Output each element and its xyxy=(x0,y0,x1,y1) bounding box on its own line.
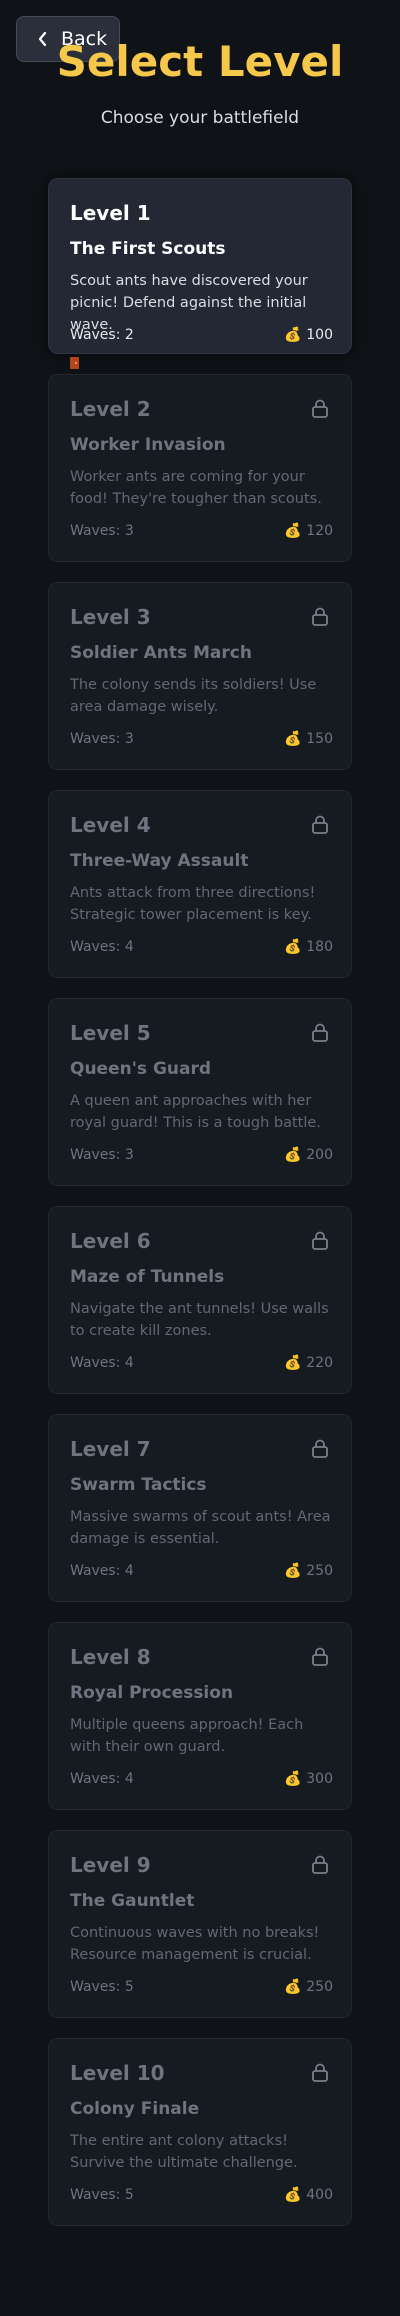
level-reward: 💰 120 xyxy=(284,523,333,539)
lock-icon xyxy=(311,2063,329,2086)
level-description: Continuous waves with no breaks! Resourc… xyxy=(70,1925,320,1963)
level-footer: Waves: 4 💰 250 xyxy=(70,1563,333,1579)
level-reward: 💰 300 xyxy=(284,1771,333,1787)
level-name: Level 4 xyxy=(70,813,151,837)
level-card-1[interactable]: Level 1 The First Scouts Scout ants have d… xyxy=(48,178,352,369)
lock-icon xyxy=(311,1439,329,1462)
level-reward: 💰 150 xyxy=(284,731,333,747)
level-footer: Waves: 5 💰 400 xyxy=(70,2187,333,2203)
level-card-4: Level 4 Three-Way Assault Ants attack from… xyxy=(48,790,352,978)
level-title: Royal Procession xyxy=(70,1683,234,1703)
level-name: Level 6 xyxy=(70,1229,151,1253)
level-waves: Waves: 4 xyxy=(70,1355,134,1371)
level-card-7: Level 7 Swarm Tactics Massive swarms of sc… xyxy=(48,1414,352,1602)
level-title: Maze of Tunnels xyxy=(70,1267,225,1287)
level-reward: 💰 100 xyxy=(284,327,333,343)
level-card-8: Level 8 Royal Procession Multiple queens a… xyxy=(48,1622,352,1810)
level-card-2: Level 2 Worker Invasion Worker ants are co… xyxy=(48,374,352,562)
lock-icon xyxy=(311,1647,329,1670)
level-name: Level 7 xyxy=(70,1437,151,1461)
level-reward: 💰 400 xyxy=(284,2187,333,2203)
lock-icon xyxy=(311,607,329,630)
level-reward: 💰 250 xyxy=(284,1563,333,1579)
level-card-3: Level 3 Soldier Ants March The colony send… xyxy=(48,582,352,770)
level-footer: Waves: 3 💰 200 xyxy=(70,1147,333,1163)
level-waves: Waves: 5 xyxy=(70,2187,134,2203)
level-reward: 💰 220 xyxy=(284,1355,333,1371)
level-waves: Waves: 3 xyxy=(70,523,134,539)
level-footer: Waves: 4 💰 300 xyxy=(70,1771,333,1787)
level-card-5: Level 5 Queen's Guard A queen ant approach… xyxy=(48,998,352,1186)
level-description: A queen ant approaches with her royal gu… xyxy=(70,1093,321,1131)
level-reward: 💰 180 xyxy=(284,939,333,955)
level-description: The entire ant colony attacks! Survive t… xyxy=(70,2133,298,2171)
level-name: Level 8 xyxy=(70,1645,151,1669)
level-title: The Gauntlet xyxy=(70,1891,195,1911)
level-waves: Waves: 2 xyxy=(70,327,134,343)
level-footer: Waves: 4 💰 180 xyxy=(70,939,333,955)
level-name: Level 3 xyxy=(70,605,151,629)
level-waves: Waves: 4 xyxy=(70,1771,134,1787)
level-reward: 💰 250 xyxy=(284,1979,333,1995)
level-name: Level 9 xyxy=(70,1853,151,1877)
level-description: Ants attack from three directions! Strat… xyxy=(70,885,316,923)
lock-icon xyxy=(311,1231,329,1254)
level-title: Swarm Tactics xyxy=(70,1475,207,1495)
level-waves: Waves: 3 xyxy=(70,731,134,747)
level-waves: Waves: 3 xyxy=(70,1147,134,1163)
page-subtitle: Choose your battlefield xyxy=(100,108,300,128)
door-icon[interactable] xyxy=(70,357,79,369)
level-title: Worker Invasion xyxy=(70,435,226,455)
level-footer: Waves: 2 💰 100 xyxy=(70,327,333,343)
page-title: Select Level xyxy=(56,37,344,86)
level-footer: Waves: 3 💰 150 xyxy=(70,731,333,747)
level-description: Worker ants are coming for your food! Th… xyxy=(70,469,322,507)
level-description: Navigate the ant tunnels! Use walls to c… xyxy=(70,1301,329,1339)
level-title: Colony Finale xyxy=(70,2099,200,2119)
level-name: Level 2 xyxy=(70,397,151,421)
level-waves: Waves: 4 xyxy=(70,1563,134,1579)
level-name: Level 10 xyxy=(70,2061,165,2085)
level-title: The First Scouts xyxy=(70,239,226,259)
level-card-10: Level 10 Colony Finale The entire ant colo… xyxy=(48,2038,352,2226)
level-description: Massive swarms of scout ants! Area damag… xyxy=(70,1509,331,1547)
level-footer: Waves: 4 💰 220 xyxy=(70,1355,333,1371)
level-waves: Waves: 4 xyxy=(70,939,134,955)
level-title: Soldier Ants March xyxy=(70,643,252,663)
level-footer: Waves: 5 💰 250 xyxy=(70,1979,333,1995)
level-title: Three-Way Assault xyxy=(70,851,249,871)
level-card-9: Level 9 The Gauntlet Continuous waves with… xyxy=(48,1830,352,2018)
lock-icon xyxy=(311,815,329,838)
lock-icon xyxy=(311,1855,329,1878)
lock-icon xyxy=(311,399,329,422)
level-title: Queen's Guard xyxy=(70,1059,212,1079)
level-waves: Waves: 5 xyxy=(70,1979,134,1995)
level-footer: Waves: 3 💰 120 xyxy=(70,523,333,539)
lock-icon xyxy=(311,1023,329,1046)
level-list: Level 1 The First Scouts Scout ants have d… xyxy=(48,178,352,2246)
level-reward: 💰 200 xyxy=(284,1147,333,1163)
level-name: Level 1 xyxy=(70,201,151,225)
level-name: Level 5 xyxy=(70,1021,151,1045)
level-description: Multiple queens approach! Each with thei… xyxy=(70,1717,304,1755)
level-card-6: Level 6 Maze of Tunnels Navigate the ant t… xyxy=(48,1206,352,1394)
level-description: The colony sends its soldiers! Use area … xyxy=(70,677,317,715)
